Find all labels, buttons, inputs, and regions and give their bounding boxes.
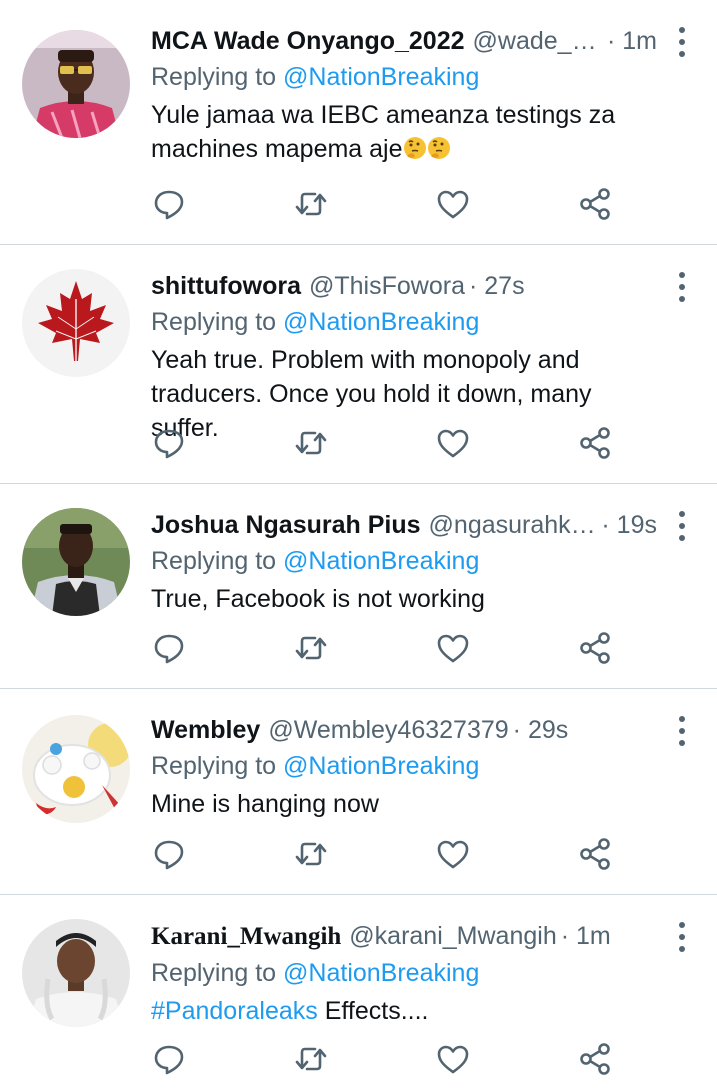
more-options-icon[interactable] xyxy=(677,272,687,302)
share-icon[interactable] xyxy=(577,836,613,872)
tweet-actions xyxy=(151,425,621,461)
retweet-icon[interactable] xyxy=(293,1041,329,1077)
tweet-actions xyxy=(151,836,621,872)
mention-link[interactable]: @NationBreaking xyxy=(283,547,479,575)
avatar-image xyxy=(22,269,130,377)
mention-link[interactable]: @NationBreaking xyxy=(283,752,479,780)
user-handle[interactable]: @ngasurahkp... xyxy=(429,508,598,542)
replying-to: Replying to @NationBreaking xyxy=(151,954,657,992)
thinking-face-icon xyxy=(427,137,450,159)
user-handle[interactable]: @ThisFowora xyxy=(309,269,465,303)
timestamp[interactable]: · 1m xyxy=(607,24,657,58)
share-icon[interactable] xyxy=(577,186,613,222)
avatar[interactable] xyxy=(22,715,130,823)
reply-icon[interactable] xyxy=(151,836,187,872)
reply-tweet[interactable]: Karani_Mwangih @karani_Mwangih · 1m Repl… xyxy=(0,895,717,1090)
replying-to-label: Replying to xyxy=(151,752,284,780)
reply-tweet[interactable]: shittufowora @ThisFowora · 27s Replying … xyxy=(0,245,717,484)
user-handle[interactable]: @wade_ze... xyxy=(473,24,603,58)
reply-tweet[interactable]: MCA Wade Onyango_2022 @wade_ze... · 1m R… xyxy=(0,0,717,245)
share-icon[interactable] xyxy=(577,1041,613,1077)
replying-to-label: Replying to xyxy=(151,547,284,575)
timestamp[interactable]: · 1m xyxy=(561,919,611,953)
display-name[interactable]: Wembley xyxy=(151,713,260,747)
like-icon[interactable] xyxy=(435,836,471,872)
more-options-icon[interactable] xyxy=(677,716,687,746)
replying-to-label: Replying to xyxy=(151,308,284,336)
avatar[interactable] xyxy=(22,269,130,377)
retweet-icon[interactable] xyxy=(293,630,329,666)
like-icon[interactable] xyxy=(435,1041,471,1077)
replying-to: Replying to @NationBreaking xyxy=(151,747,657,785)
mention-link[interactable]: @NationBreaking xyxy=(283,63,479,91)
tweet-actions xyxy=(151,1041,621,1077)
mention-link[interactable]: @NationBreaking xyxy=(283,308,479,336)
tweet-actions xyxy=(151,630,621,666)
replying-to: Replying to @NationBreaking xyxy=(151,542,657,580)
replying-to-label: Replying to xyxy=(151,63,284,91)
mention-link[interactable]: @NationBreaking xyxy=(283,959,479,987)
tweet-text-line: Yule jamaa wa IEBC ameanza testings za xyxy=(151,101,616,129)
avatar-image xyxy=(22,715,130,823)
user-handle[interactable]: @Wembley46327379 xyxy=(268,713,508,747)
tweet-actions xyxy=(151,186,621,222)
retweet-icon[interactable] xyxy=(293,836,329,872)
avatar[interactable] xyxy=(22,919,130,1027)
display-name[interactable]: Karani_Mwangih xyxy=(151,920,341,954)
more-options-icon[interactable] xyxy=(677,27,687,57)
hashtag-link[interactable]: #Pandoraleaks xyxy=(151,997,318,1025)
display-name[interactable]: Joshua Ngasurah Pius xyxy=(151,508,421,542)
retweet-icon[interactable] xyxy=(293,425,329,461)
tweet-text-line: True, Facebook is not working xyxy=(151,585,485,613)
tweet-text-line: Effects.... xyxy=(317,997,429,1025)
replies-feed: MCA Wade Onyango_2022 @wade_ze... · 1m R… xyxy=(0,0,717,1090)
share-icon[interactable] xyxy=(577,630,613,666)
reply-tweet[interactable]: Joshua Ngasurah Pius @ngasurahkp... · 19… xyxy=(0,484,717,689)
reply-icon[interactable] xyxy=(151,630,187,666)
avatar-image xyxy=(22,919,130,1027)
tweet-text-line: Yeah true. Problem with monopoly and xyxy=(151,346,580,374)
tweet-text-line: Mine is hanging now xyxy=(151,790,379,818)
tweet-text: #Pandoraleaks Effects.... xyxy=(151,994,657,1028)
share-icon[interactable] xyxy=(577,425,613,461)
reply-tweet[interactable]: Wembley @Wembley46327379 · 29s Replying … xyxy=(0,689,717,895)
tweet-text: Yule jamaa wa IEBC ameanza testings za m… xyxy=(151,98,657,166)
tweet-text: Mine is hanging now xyxy=(151,787,657,821)
thinking-face-icon xyxy=(403,137,426,159)
tweet-text: True, Facebook is not working xyxy=(151,582,657,616)
like-icon[interactable] xyxy=(435,425,471,461)
more-options-icon[interactable] xyxy=(677,922,687,952)
like-icon[interactable] xyxy=(435,630,471,666)
display-name[interactable]: MCA Wade Onyango_2022 xyxy=(151,24,465,58)
reply-icon[interactable] xyxy=(151,186,187,222)
avatar-image xyxy=(22,508,130,616)
like-icon[interactable] xyxy=(435,186,471,222)
timestamp[interactable]: · 27s xyxy=(469,269,525,303)
retweet-icon[interactable] xyxy=(293,186,329,222)
avatar[interactable] xyxy=(22,508,130,616)
reply-icon[interactable] xyxy=(151,425,187,461)
replying-to: Replying to @NationBreaking xyxy=(151,303,657,341)
tweet-text-line: machines mapema aje xyxy=(151,135,403,163)
user-handle[interactable]: @karani_Mwangih xyxy=(349,919,556,953)
display-name[interactable]: shittufowora xyxy=(151,269,301,303)
replying-to-label: Replying to xyxy=(151,959,284,987)
avatar-image xyxy=(22,30,130,138)
replying-to: Replying to @NationBreaking xyxy=(151,58,657,96)
more-options-icon[interactable] xyxy=(677,511,687,541)
timestamp[interactable]: · 29s xyxy=(513,713,569,747)
avatar[interactable] xyxy=(22,30,130,138)
timestamp[interactable]: · 19s xyxy=(601,508,657,542)
reply-icon[interactable] xyxy=(151,1041,187,1077)
